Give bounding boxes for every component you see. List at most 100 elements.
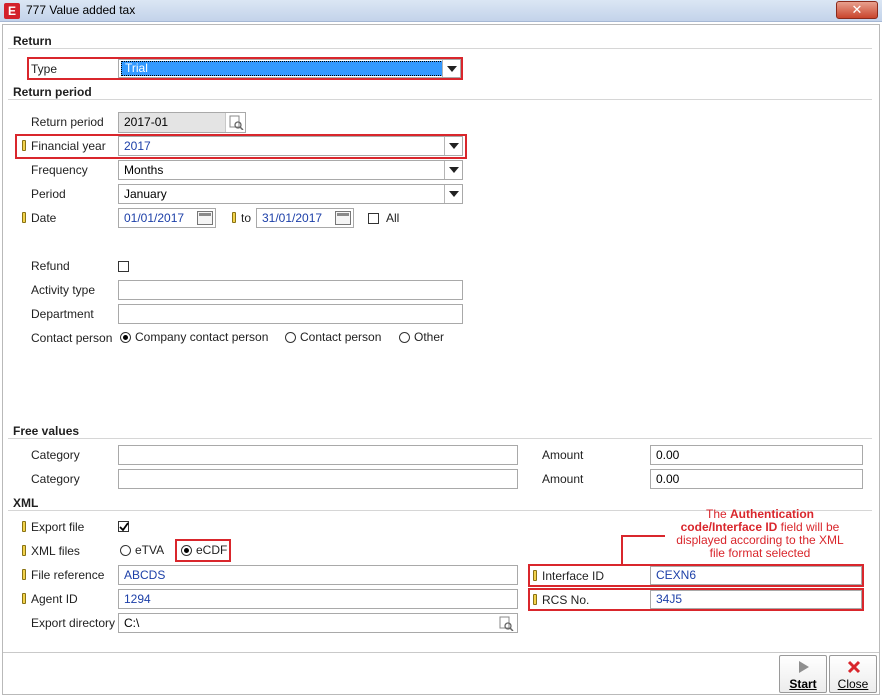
window-title: 777 Value added tax [26, 3, 136, 17]
close-button-label: Close [837, 677, 869, 691]
date-label: Date [31, 211, 57, 225]
return-period-label: Return period [31, 115, 104, 129]
category-label-1: Category [31, 448, 80, 462]
amount-input-1[interactable]: 0.00 [650, 445, 863, 465]
activity-type-input[interactable] [118, 280, 463, 300]
mandatory-marker-icon [22, 545, 26, 556]
all-dates-checkbox[interactable] [368, 213, 379, 224]
xml-files-label: XML files [31, 544, 80, 558]
rcs-no-input[interactable]: 34J5 [650, 590, 862, 609]
play-icon [799, 661, 809, 673]
all-dates-label: All [386, 211, 400, 225]
financial-year-value: 2017 [124, 139, 151, 153]
rcs-no-label: RCS No. [542, 593, 590, 607]
type-label: Type [31, 62, 58, 76]
chevron-down-icon[interactable] [442, 60, 460, 77]
app-logo-icon: E [4, 3, 20, 19]
interface-id-label: Interface ID [542, 569, 605, 583]
contact-other-label: Other [414, 330, 445, 344]
contact-other-radio[interactable] [399, 332, 410, 343]
section-return-title: Return [13, 34, 52, 48]
agent-id-label: Agent ID [31, 592, 78, 606]
amount-input-2[interactable]: 0.00 [650, 469, 863, 489]
annotation-note: The Authentication code/Interface ID fie… [645, 508, 875, 560]
mandatory-marker-icon [533, 594, 537, 605]
type-selected-value: Trial [121, 61, 443, 76]
close-icon [847, 660, 861, 674]
refund-label: Refund [31, 259, 70, 273]
refund-checkbox[interactable] [118, 261, 129, 272]
department-input[interactable] [118, 304, 463, 324]
interface-id-input[interactable]: CEXN6 [650, 566, 862, 585]
category-label-2: Category [31, 472, 80, 486]
etva-radio[interactable] [120, 545, 131, 556]
chevron-down-icon[interactable] [444, 161, 462, 179]
export-directory-label: Export directory [31, 616, 116, 630]
mandatory-marker-icon [22, 140, 26, 151]
date-from-input[interactable]: 01/01/2017 [118, 208, 216, 228]
export-file-checkbox[interactable] [118, 521, 129, 532]
checkmark-icon [119, 522, 129, 532]
mandatory-marker-icon [22, 593, 26, 604]
financial-year-label: Financial year [31, 139, 106, 153]
date-from-value: 01/01/2017 [124, 211, 185, 225]
activity-type-label: Activity type [31, 283, 96, 297]
start-button[interactable]: Start [779, 655, 827, 693]
ecdf-label: eCDF [196, 543, 228, 557]
title-bar: E 777 Value added tax ✕ [0, 0, 882, 22]
date-to-value: 31/01/2017 [262, 211, 323, 225]
calendar-icon[interactable] [197, 211, 213, 225]
mandatory-marker-icon [533, 570, 537, 581]
amount-label-2: Amount [542, 472, 584, 486]
bottom-separator [3, 652, 879, 653]
etva-label: eTVA [135, 543, 165, 557]
amount-label-1: Amount [542, 448, 584, 462]
frequency-value: Months [124, 163, 164, 177]
mandatory-marker-icon [22, 212, 26, 223]
document-search-icon [229, 115, 244, 130]
contact-person-label: Contact person [31, 331, 113, 345]
frequency-label: Frequency [31, 163, 88, 177]
return-period-value: 2017-01 [124, 115, 169, 129]
annotation-connector-vertical [621, 535, 623, 565]
department-label: Department [31, 307, 94, 321]
lookup-button[interactable] [225, 113, 245, 132]
window-close-button[interactable]: ✕ [836, 1, 878, 19]
ecdf-radio[interactable] [181, 545, 192, 556]
export-directory-input[interactable]: C:\ [118, 613, 518, 633]
type-select[interactable]: Trial [118, 59, 461, 78]
folder-search-icon[interactable] [499, 616, 514, 631]
annotation-line-4: file format selected [709, 546, 811, 560]
calendar-icon[interactable] [335, 211, 351, 225]
mandatory-marker-icon [22, 521, 26, 532]
file-reference-label: File reference [31, 568, 105, 582]
section-free-values-title: Free values [13, 424, 80, 438]
contact-person-radio[interactable] [285, 332, 296, 343]
section-xml-title: XML [13, 496, 39, 510]
category-input-1[interactable] [118, 445, 518, 465]
file-reference-input[interactable]: ABCDS [118, 565, 518, 585]
section-return-separator [8, 48, 872, 49]
category-input-2[interactable] [118, 469, 518, 489]
date-to-input[interactable]: 31/01/2017 [256, 208, 354, 228]
chevron-down-icon[interactable] [444, 185, 462, 203]
annotation-connector-horizontal [621, 535, 665, 537]
financial-year-select[interactable]: 2017 [118, 136, 463, 156]
agent-id-input[interactable]: 1294 [118, 589, 518, 609]
section-return-period-title: Return period [13, 85, 92, 99]
contact-company-label: Company contact person [135, 330, 269, 344]
start-button-label: Start [789, 677, 817, 691]
frequency-select[interactable]: Months [118, 160, 463, 180]
export-directory-value: C:\ [124, 616, 140, 630]
section-free-values-separator [8, 438, 872, 439]
chevron-down-icon[interactable] [444, 137, 462, 155]
contact-company-radio[interactable] [120, 332, 131, 343]
contact-person-option-label: Contact person [300, 330, 382, 344]
mandatory-marker-icon [232, 212, 236, 223]
return-period-field[interactable]: 2017-01 [118, 112, 246, 133]
period-value: January [124, 187, 167, 201]
period-select[interactable]: January [118, 184, 463, 204]
close-button[interactable]: Close [829, 655, 877, 693]
period-label: Period [31, 187, 66, 201]
section-return-period-separator [8, 99, 872, 100]
